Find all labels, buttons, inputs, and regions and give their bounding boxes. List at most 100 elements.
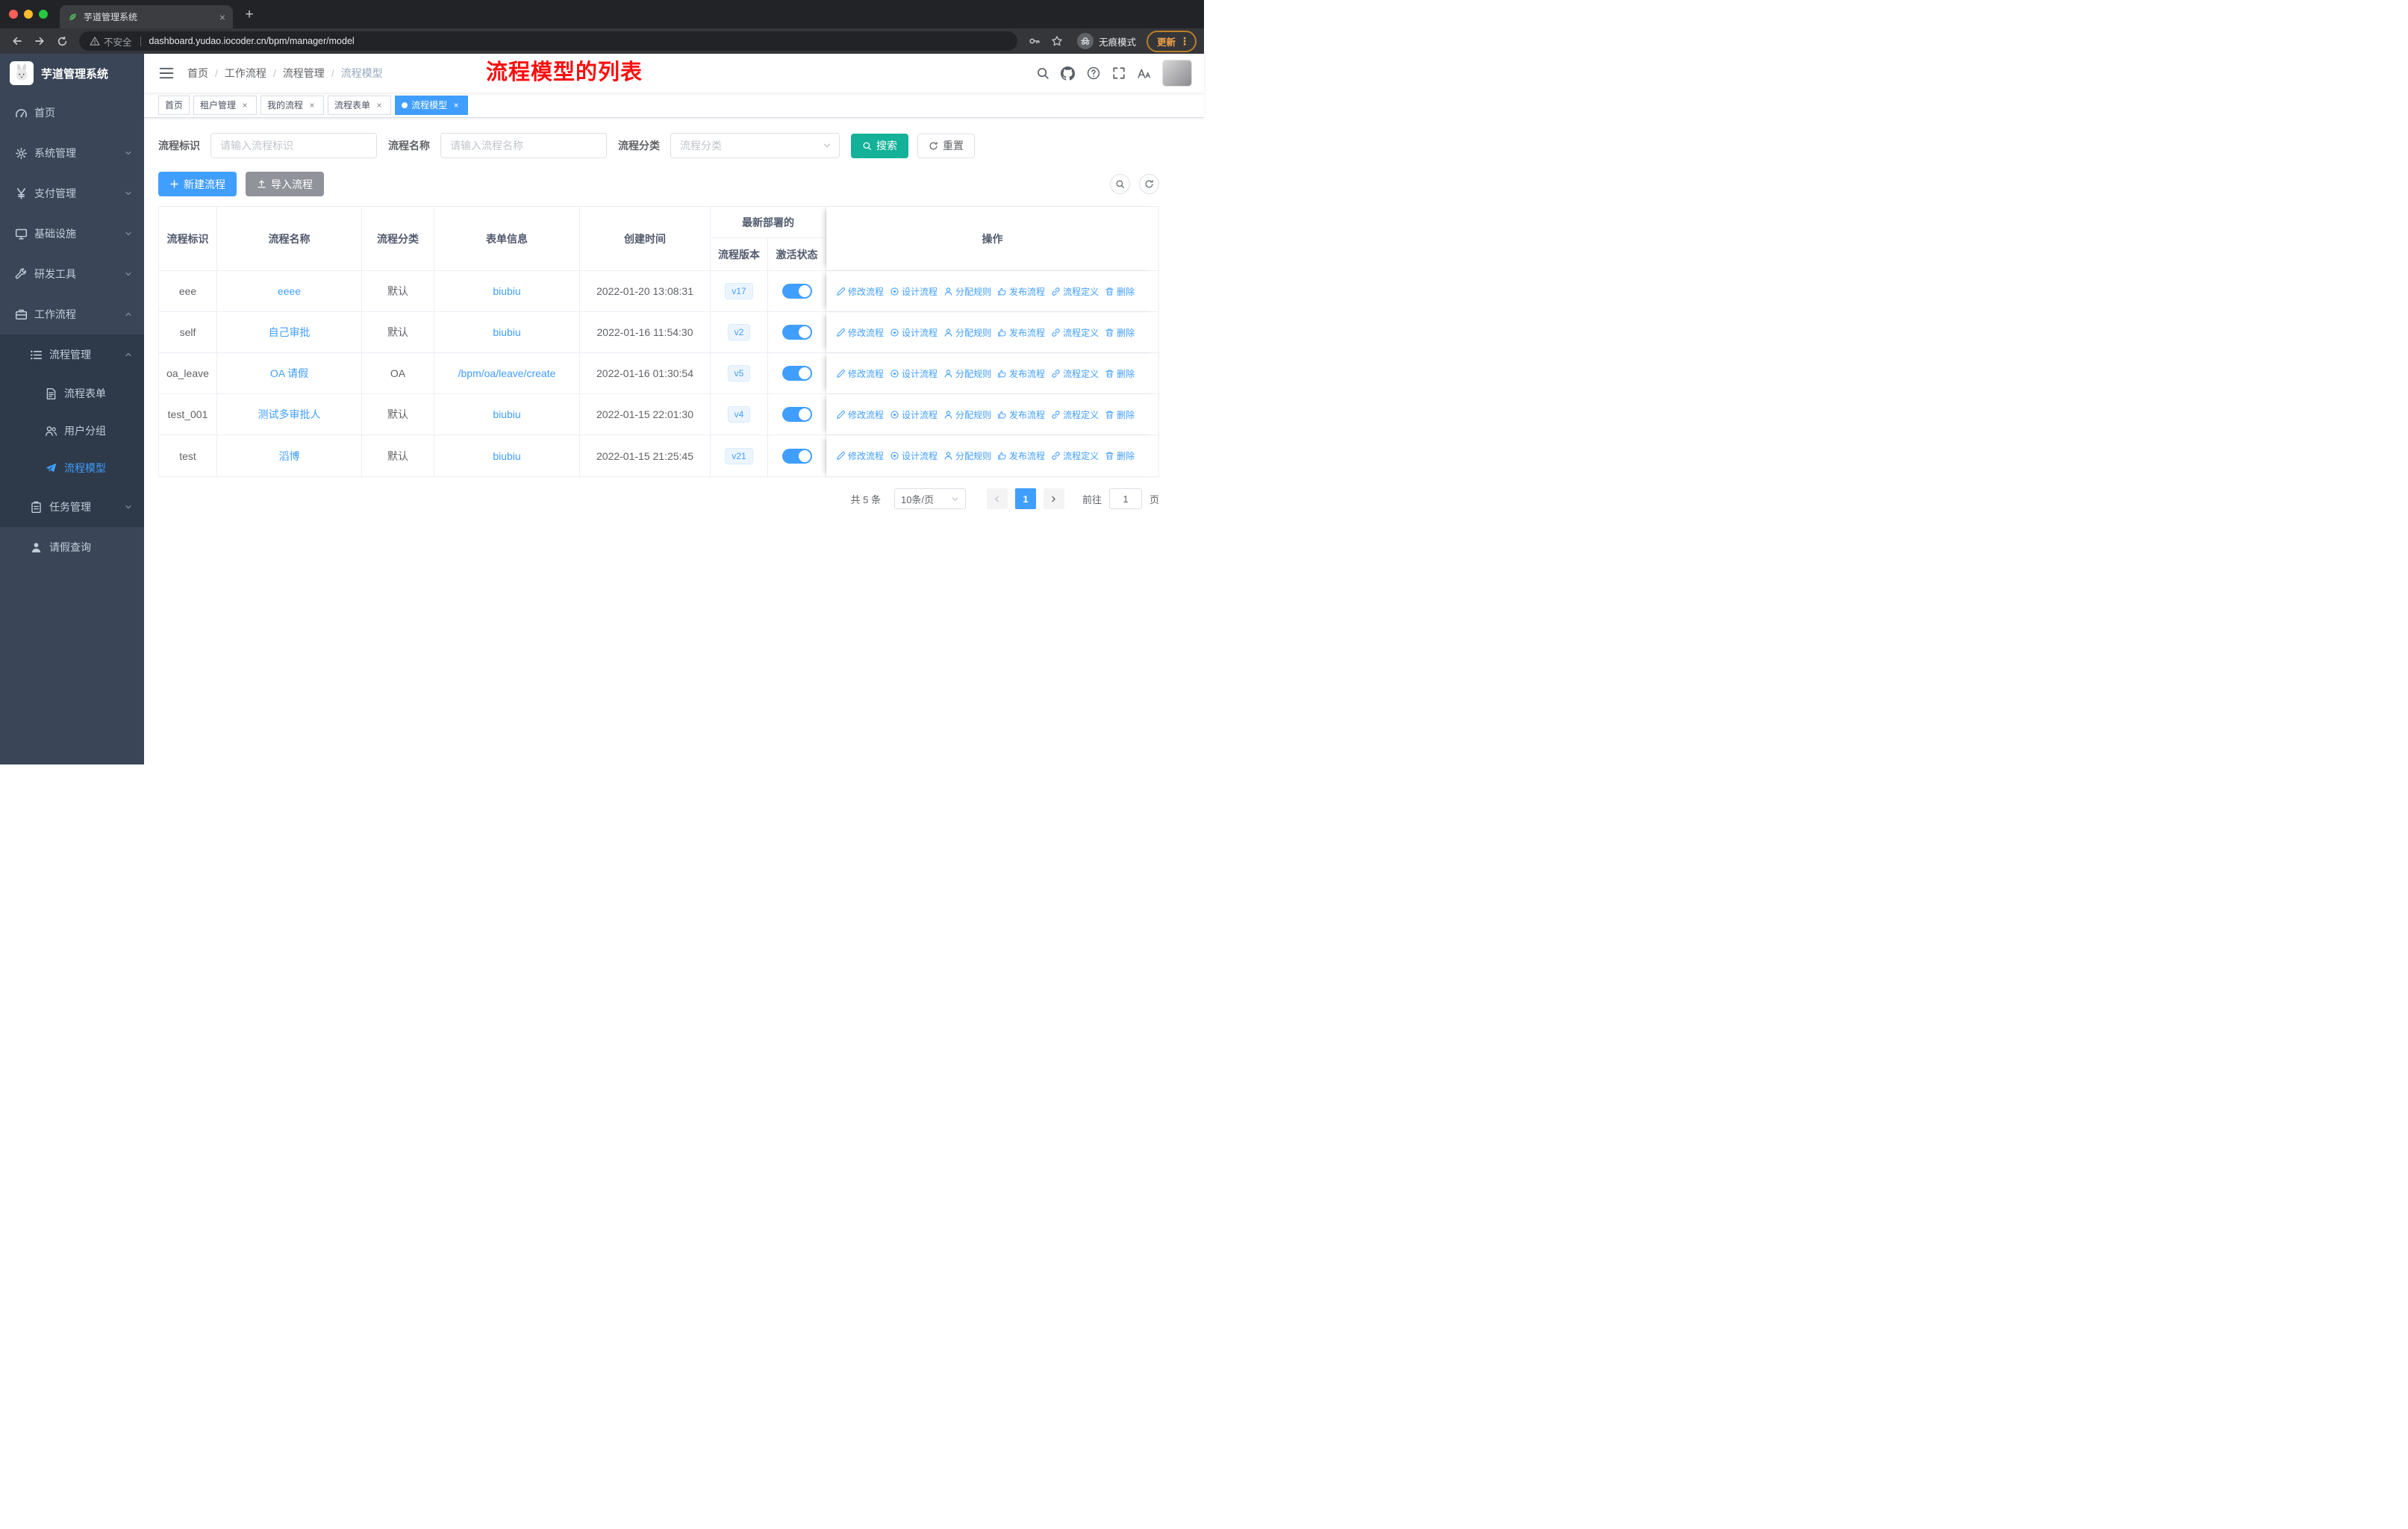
action-delete-link[interactable]: 删除 [1105, 367, 1135, 380]
action-publish-link[interactable]: 发布流程 [997, 285, 1045, 298]
sidebar-item-task-mgmt[interactable]: 任务管理 [0, 487, 144, 527]
sidebar-toggle-button[interactable] [159, 66, 174, 80]
sidebar-item-home[interactable]: 首页 [0, 93, 144, 133]
tab-close-icon[interactable]: × [219, 11, 225, 23]
action-design-link[interactable]: 设计流程 [890, 367, 938, 380]
tag-process-form[interactable]: 流程表单 × [328, 95, 392, 115]
security-indicator[interactable]: 不安全 [90, 34, 132, 49]
password-key-button[interactable] [1025, 31, 1044, 51]
action-edit-link[interactable]: 修改流程 [836, 367, 884, 380]
process-name-link[interactable]: OA 请假 [270, 366, 308, 381]
browser-tab[interactable]: 芋道管理系统 × [60, 5, 233, 28]
tag-tenant-mgmt[interactable]: 租户管理 × [193, 95, 258, 115]
tag-close-icon[interactable]: × [451, 100, 461, 110]
action-design-link[interactable]: 设计流程 [890, 408, 938, 421]
action-edit-link[interactable]: 修改流程 [836, 285, 884, 298]
sidebar-item-process-model[interactable]: 流程模型 [0, 449, 144, 487]
action-design-link[interactable]: 设计流程 [890, 285, 938, 298]
process-category-select[interactable]: 流程分类 [670, 133, 840, 158]
reload-button[interactable] [52, 31, 72, 51]
sidebar-item-process-form[interactable]: 流程表单 [0, 375, 144, 412]
action-design-link[interactable]: 设计流程 [890, 326, 938, 339]
sidebar-item-user-group[interactable]: 用户分组 [0, 412, 144, 449]
app-logo[interactable]: 芋道管理系统 [0, 54, 144, 93]
action-assign-rule-link[interactable]: 分配规则 [943, 326, 991, 339]
bookmark-button[interactable] [1047, 31, 1067, 51]
process-name-link[interactable]: 自己审批 [269, 325, 311, 340]
action-definition-link[interactable]: 流程定义 [1051, 408, 1099, 421]
prev-page-button[interactable] [986, 488, 1008, 509]
active-toggle[interactable] [782, 407, 812, 422]
next-page-button[interactable] [1043, 488, 1064, 509]
sidebar-item-workflow[interactable]: 工作流程 [0, 294, 144, 334]
sidebar-item-leave-query[interactable]: 请假查询 [0, 527, 144, 567]
process-name-link[interactable]: 滔博 [279, 449, 300, 464]
form-info-link[interactable]: /bpm/oa/leave/create [458, 367, 556, 379]
tag-home[interactable]: 首页 [158, 95, 190, 115]
fullscreen-icon[interactable] [1111, 66, 1126, 81]
page-size-select[interactable]: 10条/页 [893, 488, 966, 509]
action-definition-link[interactable]: 流程定义 [1051, 285, 1099, 298]
active-toggle[interactable] [782, 448, 812, 464]
sidebar-item-infra[interactable]: 基础设施 [0, 214, 144, 254]
form-info-link[interactable]: biubiu [493, 408, 520, 420]
breadcrumb-item[interactable]: 流程管理 [283, 66, 325, 81]
process-name-link[interactable]: eeee [278, 285, 301, 297]
active-toggle[interactable] [782, 366, 812, 381]
toggle-search-button[interactable] [1110, 174, 1130, 194]
header-search-icon[interactable] [1035, 66, 1049, 81]
action-publish-link[interactable]: 发布流程 [997, 408, 1045, 421]
tag-close-icon[interactable]: × [307, 100, 317, 110]
refresh-table-button[interactable] [1139, 174, 1159, 194]
goto-page-input[interactable] [1108, 488, 1142, 509]
action-assign-rule-link[interactable]: 分配规则 [943, 408, 991, 421]
process-name-input[interactable] [440, 133, 607, 158]
tag-my-process[interactable]: 我的流程 × [261, 95, 325, 115]
create-process-button[interactable]: 新建流程 [158, 172, 237, 196]
action-definition-link[interactable]: 流程定义 [1051, 326, 1099, 339]
tag-close-icon[interactable]: × [240, 100, 250, 110]
form-info-link[interactable]: biubiu [493, 285, 520, 297]
tag-close-icon[interactable]: × [374, 100, 384, 110]
action-publish-link[interactable]: 发布流程 [997, 449, 1045, 462]
action-assign-rule-link[interactable]: 分配规则 [943, 449, 991, 462]
page-number-button[interactable]: 1 [1014, 488, 1036, 509]
sidebar-item-devtools[interactable]: 研发工具 [0, 254, 144, 294]
new-tab-button[interactable]: + [239, 4, 260, 25]
font-size-icon[interactable] [1137, 66, 1151, 81]
action-definition-link[interactable]: 流程定义 [1051, 449, 1099, 462]
action-assign-rule-link[interactable]: 分配规则 [943, 367, 991, 380]
import-process-button[interactable]: 导入流程 [246, 172, 324, 196]
avatar[interactable] [1162, 60, 1192, 87]
reset-button[interactable]: 重置 [917, 133, 975, 158]
action-publish-link[interactable]: 发布流程 [997, 326, 1045, 339]
action-delete-link[interactable]: 删除 [1105, 449, 1135, 462]
active-toggle[interactable] [782, 284, 812, 299]
help-icon[interactable] [1086, 66, 1100, 81]
browser-menu-icon[interactable]: ⋮ [1179, 35, 1190, 48]
search-button[interactable]: 搜索 [851, 133, 908, 158]
action-definition-link[interactable]: 流程定义 [1051, 367, 1099, 380]
process-name-link[interactable]: 测试多审批人 [258, 407, 321, 422]
close-window-button[interactable] [9, 10, 18, 19]
process-id-input[interactable] [210, 133, 377, 158]
breadcrumb-item[interactable]: 首页 [187, 66, 208, 81]
action-edit-link[interactable]: 修改流程 [836, 449, 884, 462]
form-info-link[interactable]: biubiu [493, 326, 520, 338]
zoom-window-button[interactable] [39, 10, 48, 19]
sidebar-item-process-mgmt[interactable]: 流程管理 [0, 334, 144, 375]
tag-process-model[interactable]: 流程模型 × [395, 95, 469, 115]
action-edit-link[interactable]: 修改流程 [836, 326, 884, 339]
minimize-window-button[interactable] [24, 10, 33, 19]
action-assign-rule-link[interactable]: 分配规则 [943, 285, 991, 298]
action-delete-link[interactable]: 删除 [1105, 285, 1135, 298]
action-edit-link[interactable]: 修改流程 [836, 408, 884, 421]
action-delete-link[interactable]: 删除 [1105, 408, 1135, 421]
update-button[interactable]: 更新 ⋮ [1146, 30, 1197, 52]
address-bar[interactable]: 不安全 dashboard.yudao.iocoder.cn/bpm/manag… [79, 31, 1017, 51]
sidebar-item-system[interactable]: 系统管理 [0, 133, 144, 173]
action-design-link[interactable]: 设计流程 [890, 449, 938, 462]
action-publish-link[interactable]: 发布流程 [997, 367, 1045, 380]
github-icon[interactable] [1061, 66, 1075, 81]
sidebar-item-payment[interactable]: 支付管理 [0, 173, 144, 214]
